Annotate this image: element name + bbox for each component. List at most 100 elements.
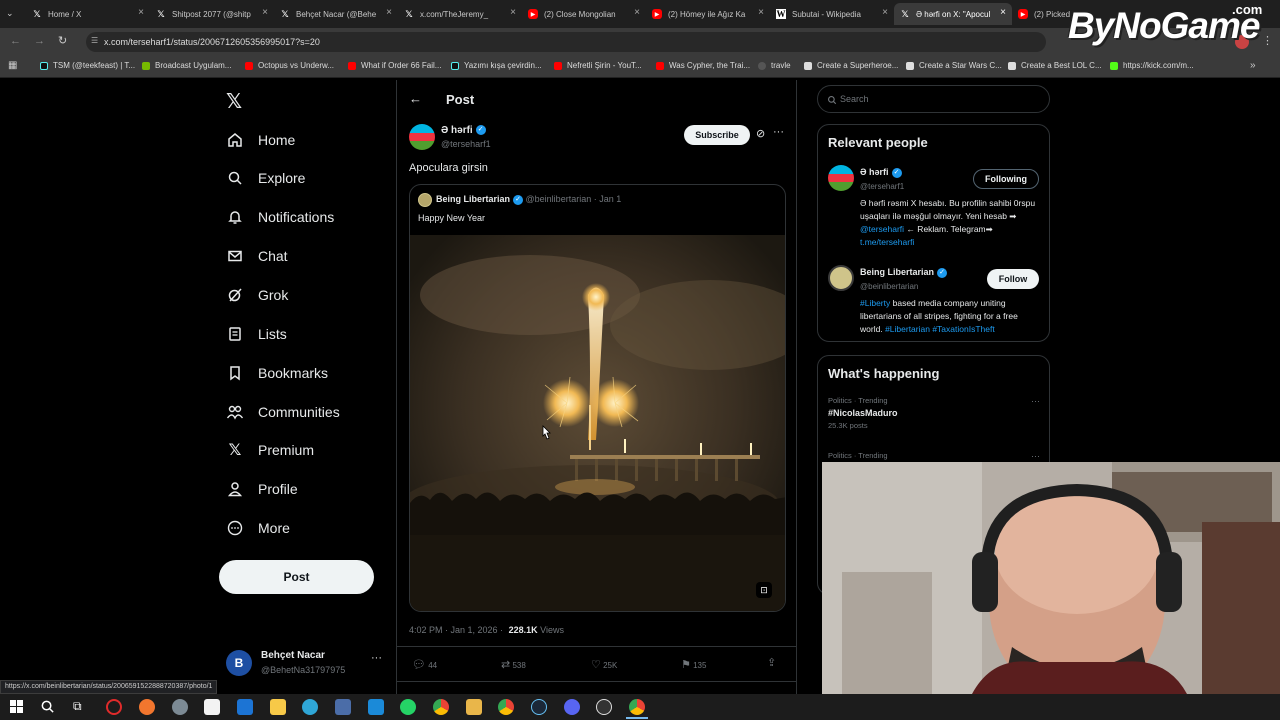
bookmark[interactable]: Create a Star Wars C... xyxy=(906,61,1002,70)
grok-action-icon[interactable]: ⊘ xyxy=(756,127,765,140)
bookmark[interactable]: Broadcast Uygulam... xyxy=(142,61,231,70)
firefox-icon[interactable] xyxy=(139,699,155,715)
like-button[interactable]: ♡ 25K xyxy=(591,658,617,671)
person-avatar[interactable] xyxy=(828,265,854,291)
edge-icon[interactable] xyxy=(302,699,318,715)
browser-tab[interactable]: 𝕏 Home / X × xyxy=(26,3,150,25)
nav-bookmarks[interactable]: Bookmarks xyxy=(226,360,328,386)
bookmark[interactable]: TSM (@teekfeast) | T... xyxy=(40,61,135,70)
apps-grid-icon[interactable]: ▦ xyxy=(8,60,17,71)
app-icon[interactable] xyxy=(172,699,188,715)
browser-tab[interactable]: 𝕏 Shitpost 2077 (@shitp × xyxy=(150,3,274,25)
nav-lists[interactable]: Lists xyxy=(226,321,287,347)
follow-button[interactable]: Follow xyxy=(987,269,1039,289)
nav-notifications[interactable]: Notifications xyxy=(226,204,334,230)
site-info-icon[interactable]: ☰ xyxy=(91,36,98,45)
whatsapp-icon[interactable] xyxy=(400,699,416,715)
bookmark[interactable]: What if Order 66 Fail... xyxy=(348,61,441,70)
tab-list-chevron-icon[interactable]: ⌄ xyxy=(6,8,14,19)
author-avatar[interactable] xyxy=(409,124,435,150)
reply-button[interactable]: 💬︎ 44 xyxy=(412,658,437,671)
folder-icon[interactable] xyxy=(270,699,286,715)
task-view-icon[interactable]: ⧉ xyxy=(73,699,82,714)
nav-chat[interactable]: Chat xyxy=(226,243,288,269)
chrome-icon[interactable] xyxy=(498,699,514,715)
nav-home[interactable]: Home xyxy=(226,127,295,153)
browser-tab[interactable]: W Subutai - Wikipedia × xyxy=(770,3,894,25)
steam-icon[interactable] xyxy=(531,699,547,715)
person-name[interactable]: Being Libertarian ✓ xyxy=(860,267,948,278)
bookmark[interactable]: Create a Superheroe... xyxy=(804,61,898,70)
bookmark-button[interactable]: ⚑ 135 xyxy=(681,658,706,671)
app-icon[interactable] xyxy=(466,699,482,715)
more-dots-icon[interactable]: ··· xyxy=(1031,396,1040,406)
nav-more[interactable]: More xyxy=(226,515,290,541)
close-tab-icon[interactable]: × xyxy=(510,7,516,18)
share-icon[interactable]: ⇪ xyxy=(767,656,776,669)
browser-tab[interactable]: 𝕏 Behçet Nacar (@Behe × xyxy=(274,3,398,25)
app-icon[interactable] xyxy=(596,699,612,715)
close-tab-icon[interactable]: × xyxy=(882,7,888,18)
bookmark[interactable]: travle xyxy=(758,61,791,70)
search-input[interactable]: Search xyxy=(817,85,1050,113)
chrome-icon[interactable] xyxy=(629,699,645,715)
bookmark[interactable]: Nefretli Şirin - YouT... xyxy=(554,61,642,70)
close-tab-icon[interactable]: × xyxy=(138,7,144,18)
windows-start-icon[interactable] xyxy=(10,700,23,713)
search-icon[interactable] xyxy=(40,699,55,719)
close-tab-icon[interactable]: × xyxy=(758,7,764,18)
media-tag-icon[interactable]: ⊡ xyxy=(756,582,772,598)
reload-icon[interactable]: ↻ xyxy=(58,34,67,47)
menu-kebab-icon[interactable]: ⋮ xyxy=(1262,34,1273,47)
author-name[interactable]: Ə hərfi ✓ xyxy=(441,125,486,136)
url-field[interactable]: ☰ x.com/terseharf1/status/20067126053569… xyxy=(86,32,1046,52)
x-logo-icon[interactable]: 𝕏 xyxy=(226,89,242,114)
person-name[interactable]: Ə hərfi ✓ xyxy=(860,167,902,178)
browser-tab[interactable]: ▶ (2) Hömey ile Ağız Ka × xyxy=(646,3,770,25)
more-bookmarks-icon[interactable]: » xyxy=(1250,60,1256,71)
post-compose-button[interactable]: Post xyxy=(219,560,374,594)
bio-link[interactable]: #TaxationIsTheft xyxy=(932,324,994,334)
nav-explore[interactable]: Explore xyxy=(226,165,305,191)
close-tab-icon[interactable]: × xyxy=(634,7,640,18)
trend-item[interactable]: Politics · Trending #NicolasMaduro 25.3K… xyxy=(828,396,1040,438)
browser-tab[interactable]: 𝕏x.com/TheJeremy_ × xyxy=(398,3,522,25)
following-button[interactable]: Following xyxy=(973,169,1039,189)
back-icon[interactable]: ← xyxy=(10,35,21,47)
quoted-post[interactable]: Being Libertarian ✓ @beinlibertarian · Ja… xyxy=(409,184,786,612)
opera-icon[interactable] xyxy=(106,699,122,715)
bookmark[interactable]: Create a Best LOL C... xyxy=(1008,61,1102,70)
more-dots-icon[interactable]: ··· xyxy=(773,126,784,138)
browser-tab[interactable]: ▶ (2) Close Mongolian × xyxy=(522,3,646,25)
bookmark[interactable]: https://kick.com/m... xyxy=(1110,61,1194,70)
bio-link[interactable]: #Libertarian xyxy=(885,324,930,334)
bookmark[interactable]: Octopus vs Underw... xyxy=(245,61,334,70)
bio-link[interactable]: t.me/terseharfi xyxy=(860,237,914,247)
nav-profile[interactable]: Profile xyxy=(226,476,298,502)
bookmark[interactable]: Was Cypher, the Trai... xyxy=(656,61,750,70)
app-icon[interactable] xyxy=(335,699,351,715)
browser-tab-active[interactable]: 𝕏Ə hərfi on X: "Apocul × xyxy=(894,3,1012,25)
person-avatar[interactable] xyxy=(828,165,854,191)
repost-button[interactable]: ⇄ 538 xyxy=(501,658,526,671)
close-tab-icon[interactable]: × xyxy=(386,7,392,18)
nav-communities[interactable]: Communities xyxy=(226,399,340,425)
more-dots-icon[interactable]: ··· xyxy=(371,652,382,664)
bio-link[interactable]: @terseharfi xyxy=(860,224,904,234)
more-dots-icon[interactable]: ··· xyxy=(1031,451,1040,461)
close-tab-icon[interactable]: × xyxy=(262,7,268,18)
store-icon[interactable] xyxy=(204,699,220,715)
fireworks-photo[interactable]: ⊡ xyxy=(410,235,785,611)
back-arrow-icon[interactable]: ← xyxy=(409,91,422,106)
close-tab-icon[interactable]: × xyxy=(1000,7,1006,18)
bio-link[interactable]: #Liberty xyxy=(860,298,890,308)
nav-premium[interactable]: 𝕏 Premium xyxy=(226,437,314,463)
nav-grok[interactable]: Grok xyxy=(226,282,288,308)
chrome-icon[interactable] xyxy=(433,699,449,715)
subscribe-button[interactable]: Subscribe xyxy=(684,125,750,145)
app-icon[interactable] xyxy=(368,699,384,715)
mail-icon[interactable] xyxy=(237,699,253,715)
account-switcher[interactable]: B Behçet Nacar @BehetNa31797975 ··· xyxy=(226,650,386,680)
discord-icon[interactable] xyxy=(564,699,580,715)
bookmark[interactable]: Yazımı kışa çevirdin... xyxy=(451,61,542,70)
